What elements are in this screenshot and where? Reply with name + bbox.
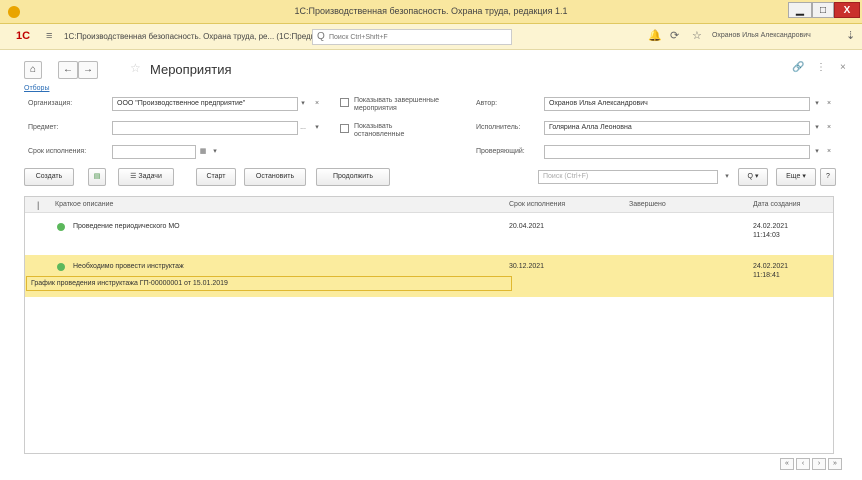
create-button[interactable]: Создать: [24, 168, 74, 186]
organization-field[interactable]: ООО "Производственное предприятие": [112, 97, 298, 111]
author-clear-icon[interactable]: ×: [824, 97, 834, 111]
row-created-time: 11:14:03: [753, 232, 780, 239]
column-header-description[interactable]: Краткое описание: [55, 201, 113, 208]
author-label: Автор:: [476, 100, 498, 107]
start-button[interactable]: Старт: [196, 168, 236, 186]
window-title: 1С:Производственная безопасность. Охрана…: [294, 6, 568, 16]
minimize-button[interactable]: ▁: [788, 2, 812, 18]
subject-field[interactable]: [112, 121, 298, 135]
find-button[interactable]: Q ▾: [738, 168, 768, 186]
column-header-created[interactable]: Дата создания: [753, 201, 800, 208]
show-suspended-checkbox[interactable]: [340, 124, 349, 133]
executor-dropdown-icon[interactable]: ▾: [812, 121, 822, 135]
app-title: 1С:Производственная безопасность. Охрана…: [64, 32, 344, 41]
help-button[interactable]: ?: [820, 168, 836, 186]
row-created-time: 11:18:41: [753, 272, 780, 279]
close-window-button[interactable]: X: [834, 2, 860, 18]
organization-label: Организация:: [28, 100, 73, 107]
home-button[interactable]: ⌂: [24, 61, 42, 79]
menu-icon[interactable]: ≡: [46, 30, 52, 42]
next-page-button[interactable]: ›: [812, 458, 826, 470]
row-deadline: 20.04.2021: [509, 223, 545, 230]
checker-dropdown-icon[interactable]: ▾: [812, 145, 822, 159]
checker-label: Проверяющий:: [476, 148, 525, 155]
selections-link[interactable]: Отборы: [24, 85, 49, 92]
window-title-bar: 1С:Производственная безопасность. Охрана…: [0, 0, 862, 24]
global-search[interactable]: Q: [312, 29, 512, 45]
linked-document-item[interactable]: График проведения инструктажа ГП-0000000…: [26, 276, 512, 291]
events-table[interactable]: | Краткое описание Срок исполнения Завер…: [24, 196, 834, 454]
history-icon[interactable]: ⟳: [670, 29, 679, 42]
organization-clear-icon[interactable]: ×: [312, 97, 322, 111]
search-icon: Q: [747, 173, 753, 180]
status-active-icon: [57, 263, 65, 271]
subject-label: Предмет:: [28, 124, 59, 131]
app-bar: 1С ≡ 1С:Производственная безопасность. О…: [0, 24, 862, 50]
more-actions-button[interactable]: Еще ▾: [776, 168, 816, 186]
show-completed-checkbox[interactable]: [340, 98, 349, 107]
author-field[interactable]: Охранов Илья Александрович: [544, 97, 810, 111]
executor-label: Исполнитель:: [476, 124, 521, 131]
row-description: Необходимо провести инструктаж: [73, 263, 184, 270]
column-toggle-icon[interactable]: |: [37, 200, 39, 210]
table-row[interactable]: Проведение периодического МО 20.04.2021 …: [25, 215, 833, 255]
more-icon[interactable]: ⋮: [816, 62, 826, 73]
status-active-icon: [57, 223, 65, 231]
more-actions-label: Еще: [786, 173, 801, 180]
deadline-dropdown-icon[interactable]: ▾: [210, 145, 220, 159]
global-search-input[interactable]: [329, 31, 509, 43]
forward-button[interactable]: →: [78, 61, 98, 79]
deadline-label: Срок исполнения:: [28, 148, 87, 155]
column-header-deadline[interactable]: Срок исполнения: [509, 201, 565, 208]
list-search-dropdown-icon[interactable]: ▾: [722, 170, 732, 184]
author-dropdown-icon[interactable]: ▾: [812, 97, 822, 111]
prev-page-button[interactable]: ‹: [796, 458, 810, 470]
row-created-date: 24.02.2021: [753, 223, 789, 230]
subject-select-icon[interactable]: ...: [298, 121, 308, 135]
maximize-button[interactable]: □: [812, 2, 834, 18]
forward-icon: →: [83, 64, 93, 75]
settings-dropdown-icon[interactable]: ⇣: [846, 29, 855, 42]
close-form-icon[interactable]: ×: [840, 62, 846, 73]
row-description: Проведение периодического МО: [73, 223, 180, 230]
first-page-button[interactable]: «: [780, 458, 794, 470]
link-icon[interactable]: 🔗: [792, 62, 804, 73]
1c-logo: 1С: [16, 30, 31, 42]
executor-field[interactable]: Голярина Алла Леоновна: [544, 121, 810, 135]
bell-icon[interactable]: 🔔: [648, 29, 662, 42]
show-suspended-label: Показывать остановленные: [354, 123, 405, 138]
tasks-label: Задачи: [138, 173, 162, 180]
tasks-button[interactable]: ☰ Задачи: [118, 168, 174, 186]
column-header-completed[interactable]: Завершено: [629, 201, 666, 208]
last-page-button[interactable]: »: [828, 458, 842, 470]
subject-dropdown-icon[interactable]: ▾: [312, 121, 322, 135]
favorites-icon[interactable]: ☆: [692, 29, 702, 42]
deadline-field[interactable]: [112, 145, 196, 159]
more-actions-dropdown-icon: ▾: [802, 173, 806, 180]
tasks-icon: ☰: [130, 173, 137, 180]
calendar-icon[interactable]: ▦: [198, 145, 208, 159]
continue-button[interactable]: Продолжить: [316, 168, 390, 186]
executor-clear-icon[interactable]: ×: [824, 121, 834, 135]
row-deadline: 30.12.2021: [509, 263, 545, 270]
home-icon: ⌂: [29, 64, 37, 75]
back-icon: ←: [63, 64, 73, 75]
organization-dropdown-icon[interactable]: ▾: [298, 97, 308, 111]
show-completed-label: Показывать завершенные мероприятия: [354, 97, 440, 112]
search-icon: Q: [317, 31, 325, 42]
list-search-input[interactable]: Поиск (Ctrl+F): [538, 170, 718, 184]
back-button[interactable]: ←: [58, 61, 78, 79]
page-title: Мероприятия: [150, 62, 232, 77]
checker-clear-icon[interactable]: ×: [824, 145, 834, 159]
report-icon: ▤: [93, 173, 101, 180]
current-user[interactable]: Охранов Илья Александрович: [712, 32, 811, 39]
find-dropdown-icon: ▾: [754, 173, 759, 180]
row-created-date: 24.02.2021: [753, 263, 789, 270]
report-button[interactable]: ▤: [88, 168, 106, 186]
stop-button[interactable]: Остановить: [244, 168, 306, 186]
table-header: | Краткое описание Срок исполнения Завер…: [25, 197, 833, 213]
checker-field[interactable]: [544, 145, 810, 159]
favorite-star-icon[interactable]: ☆: [130, 61, 141, 75]
